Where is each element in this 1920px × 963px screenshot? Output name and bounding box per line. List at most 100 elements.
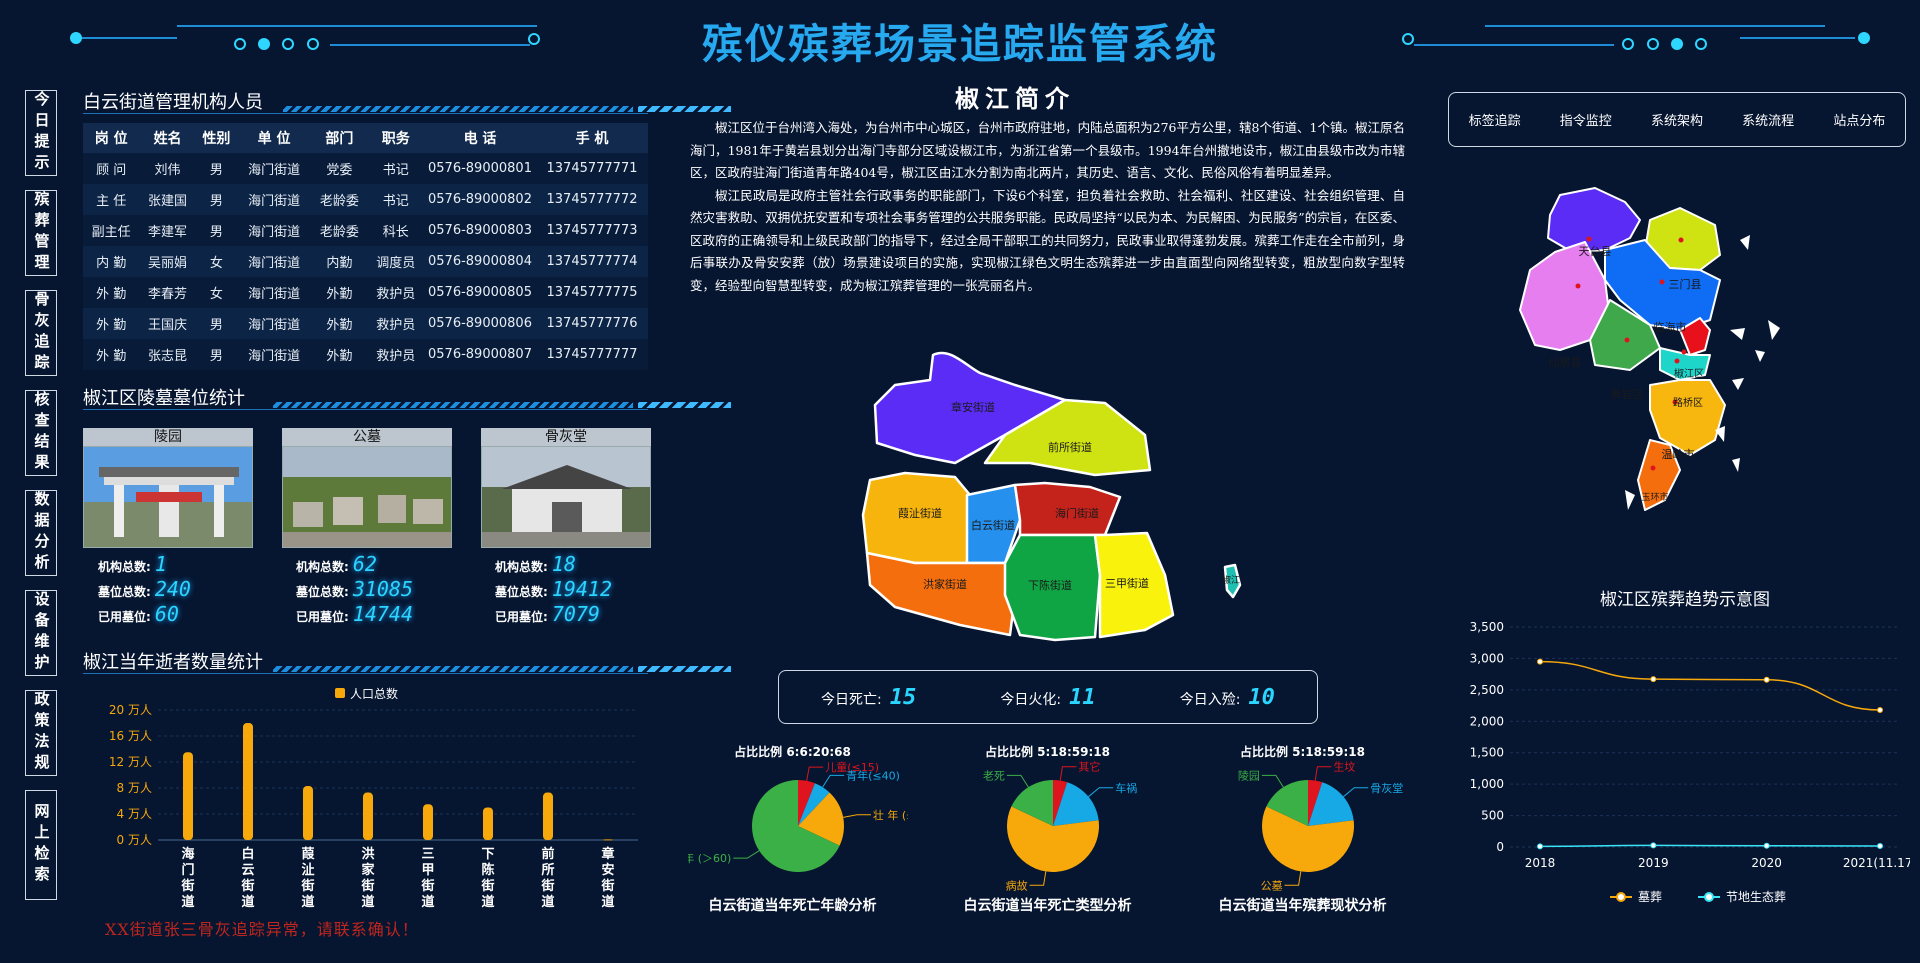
nav-data-analysis[interactable]: 数据分析 <box>25 490 57 576</box>
table-row[interactable]: 顾 问刘伟男海门街道 党委 书记 0576-89000801 13745777771 <box>83 153 648 184</box>
section-title: 椒江区陵墓墓位统计 <box>83 388 245 409</box>
nav-check-results[interactable]: 核查结果 <box>25 390 57 476</box>
data-point[interactable] <box>1650 842 1657 849</box>
data-point[interactable] <box>1537 658 1543 665</box>
tab-tag-tracking[interactable]: 标签追踪 <box>1469 110 1521 129</box>
pie-label-line <box>822 774 845 788</box>
bar[interactable] <box>303 786 313 840</box>
stat-label: 已用墓位: <box>296 610 349 624</box>
pie-label-line <box>1006 774 1029 788</box>
stat-label: 机构总数: <box>296 560 349 574</box>
intro-text: 椒江区位于台州湾入海处，为台州市中心城区，台州市政府驻地，内陆总面积为276平方… <box>690 117 1405 297</box>
table-cell: 13745777776 <box>536 308 648 339</box>
table-row[interactable]: 内 勤吴丽娟女海门街道 内勤 调度员 0576-89000804 13745777774 <box>83 246 648 277</box>
pie-label: 青年(≤40) <box>846 768 900 782</box>
y-tick-label: 20 万人 <box>109 703 152 717</box>
tab-system-flow[interactable]: 系统流程 <box>1742 110 1794 129</box>
x-tick-label: 门 <box>181 862 194 878</box>
tomb-card-columbarium[interactable]: 骨灰堂 <box>481 428 651 548</box>
nav-ash-tracking[interactable]: 骨灰追踪 <box>25 290 57 376</box>
header-dot <box>1695 38 1707 50</box>
bar[interactable] <box>543 792 553 840</box>
x-tick-label: 街 <box>600 878 614 894</box>
stat-label: 已用墓位: <box>98 610 151 624</box>
nav-funeral-management[interactable]: 殡葬管理 <box>25 190 57 276</box>
tomb-card-title: 陵园 <box>83 428 253 446</box>
map-label: 天台县 <box>1579 244 1612 258</box>
table-cell: 0576-89000806 <box>424 308 536 339</box>
x-tick-label: 章 <box>601 846 614 862</box>
data-point[interactable] <box>1650 676 1657 683</box>
table-row[interactable]: 主 任张建国男海门街道 老龄委 书记 0576-89000802 13745777772 <box>83 184 648 215</box>
bar[interactable] <box>603 839 613 841</box>
today-death: 今日死亡: 15 <box>821 685 916 710</box>
nav-policy[interactable]: 政策法规 <box>25 690 57 776</box>
header-dot <box>70 32 82 44</box>
table-cell: 救护员 <box>367 339 424 370</box>
nav-today-tips[interactable]: 今日提示 <box>25 90 57 176</box>
data-point[interactable] <box>1877 843 1883 850</box>
pie-label: 车祸 <box>1115 781 1137 795</box>
header-line <box>1414 44 1614 46</box>
table-cell: 外 勤 <box>83 277 140 308</box>
bar[interactable] <box>363 792 373 840</box>
tab-site-distribution[interactable]: 站点分布 <box>1833 110 1885 129</box>
x-tick-label: 2019 <box>1638 856 1669 870</box>
deaths-section-header: 椒江当年逝者数量统计 <box>83 648 731 674</box>
table-cell: 吴丽娟 <box>139 246 196 277</box>
data-point[interactable] <box>1537 843 1543 850</box>
table-row[interactable]: 外 勤张志昆男海门街道 外勤 救护员 0576-89000807 13745777777 <box>83 339 648 370</box>
public-cemetery-org-count: 机构总数: 62 <box>296 552 377 576</box>
tomb-card-cemetery[interactable]: 陵园 <box>83 428 253 548</box>
pie-label-line <box>1029 871 1047 886</box>
tab-system-architecture[interactable]: 系统架构 <box>1651 110 1703 129</box>
legend-swatch <box>335 688 345 698</box>
stat-label: 已用墓位: <box>495 610 548 624</box>
data-point[interactable] <box>1763 676 1770 683</box>
table-cell: 外勤 <box>311 339 368 370</box>
y-tick-label: 3,000 <box>1470 651 1504 665</box>
bar[interactable] <box>183 752 193 840</box>
bar[interactable] <box>483 807 493 841</box>
y-tick-label: 3,500 <box>1470 620 1504 634</box>
series-line <box>1539 660 1881 711</box>
stat-value: 14744 <box>352 602 414 626</box>
x-tick-label: 街 <box>540 878 554 894</box>
alert-message[interactable]: XX街道张三骨灰追踪异常，请联系确认！ <box>105 916 419 940</box>
table-row[interactable]: 外 勤王国庆男海门街道 外勤 救护员 0576-89000806 13745777776 <box>83 308 648 339</box>
table-row[interactable]: 副主任 李建军男海门街道 老龄委 科长 0576-89000803 13745777773 <box>83 215 648 246</box>
data-point[interactable] <box>1763 842 1770 849</box>
map-label: 章安街道 <box>951 400 995 414</box>
x-tick-label: 所 <box>541 862 554 878</box>
nav-device-maintenance[interactable]: 设备维护 <box>25 590 57 676</box>
table-cell: 书记 <box>367 153 424 184</box>
stat-label: 今日入殓: <box>1179 691 1241 708</box>
table-cell: 顾 问 <box>83 153 140 184</box>
bar[interactable] <box>423 804 433 840</box>
stat-label: 墓位总数: <box>296 585 349 599</box>
nav-online-search[interactable]: 网上检索 <box>25 790 57 900</box>
y-tick-label: 2,000 <box>1470 714 1504 728</box>
burial-status-pie: 生坟骨灰堂公墓 陵园 <box>1238 760 1403 891</box>
table-row[interactable]: 外 勤李春芳女海门街道 外勤 救护员 0576-89000805 13745777775 <box>83 277 648 308</box>
col-header: 手 机 <box>536 123 648 153</box>
tab-command-monitor[interactable]: 指令监控 <box>1560 110 1612 129</box>
x-tick-label: 下 <box>481 847 494 862</box>
map-label: 海门街道 <box>1055 506 1099 520</box>
map-label: 黄岩区 <box>1611 387 1644 401</box>
stat-label: 墓位总数: <box>495 585 548 599</box>
map-region-hongjia[interactable] <box>865 551 1017 637</box>
data-point[interactable] <box>1877 706 1883 713</box>
map-region-tiantai[interactable] <box>1547 187 1641 253</box>
stat-label: 墓位总数: <box>98 585 151 599</box>
tomb-card-public-cemetery[interactable]: 公墓 <box>282 428 452 548</box>
bar[interactable] <box>243 723 253 840</box>
col-header: 姓名 <box>139 123 196 153</box>
section-deco <box>283 106 633 112</box>
jiaojiang-district-map[interactable]: 章安街道 前所街道 葭沚街道 白云街道 海门街道 洪家街道 下陈街道 三甲街道 … <box>855 345 1250 645</box>
stat-value: 60 <box>154 602 179 626</box>
table-cell: 0576-89000803 <box>424 215 536 246</box>
col-header: 职务 <box>367 123 424 153</box>
table-header-row: 岗 位 姓名 性别 单 位 部门 职务 电 话 手 机 <box>83 123 648 153</box>
taizhou-city-map[interactable]: 天台县 三门县 临海市 仙居县 黄岩区 椒江区 路桥区 温岭市 玉环市 <box>1510 180 1810 540</box>
